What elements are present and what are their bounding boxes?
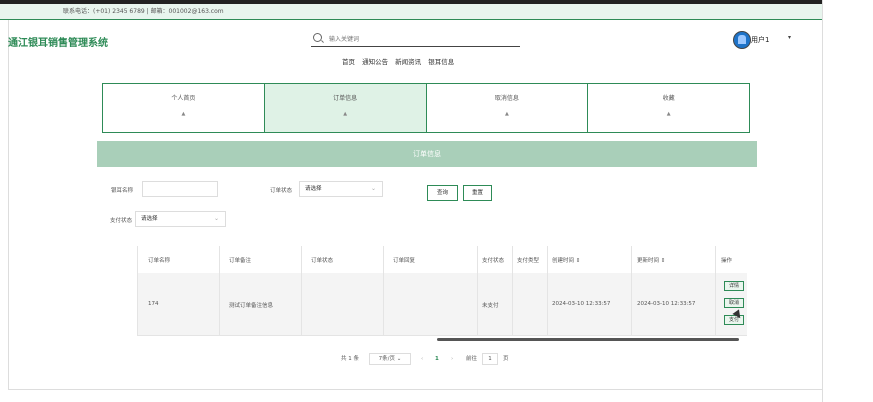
- next-page-button[interactable]: ›: [451, 353, 453, 365]
- page-size-value: 7条/页: [378, 356, 395, 362]
- page-size-select[interactable]: 7条/页 ⌄: [369, 353, 411, 365]
- column-divider: [631, 246, 632, 335]
- column-divider: [547, 246, 548, 335]
- current-page[interactable]: 1: [435, 353, 439, 365]
- pay-filter-value: 请选择: [141, 216, 158, 222]
- goto-page-input[interactable]: 1: [482, 353, 498, 365]
- chevron-down-icon: ⌄: [213, 215, 219, 222]
- column-header: 操作: [721, 258, 733, 264]
- user-name[interactable]: 用户1: [751, 35, 769, 45]
- column-divider: [477, 246, 478, 335]
- card-label: 订单信息: [333, 95, 358, 102]
- quick-nav-cards: 个人首页 ▲ 订单信息 ▲ 取消信息 ▲ 收藏 ▲: [102, 83, 750, 133]
- table-horizontal-scrollbar[interactable]: [437, 338, 739, 341]
- total-count: 共 1 条: [341, 356, 359, 362]
- goto-label: 前往: [466, 356, 478, 362]
- card-label: 收藏: [662, 95, 675, 102]
- frame-border-left: [8, 20, 9, 390]
- status-filter-select[interactable]: 请选择 ⌄: [299, 181, 383, 197]
- reset-button[interactable]: 重置: [463, 185, 492, 201]
- column-divider: [219, 246, 220, 335]
- column-header: 支付类型: [517, 258, 540, 264]
- column-divider: [137, 246, 138, 335]
- section-title: 订单信息: [97, 141, 757, 167]
- column-header: 订单回复: [393, 258, 416, 264]
- search-icon[interactable]: [313, 33, 322, 42]
- column-header: 支付状态: [482, 258, 505, 264]
- order-name: 174: [148, 301, 159, 307]
- table-header: 订单名称 订单备注 订单状态 订单回复 支付状态 支付类型 创建时间 ⇕ 更新时…: [137, 246, 747, 274]
- name-filter-label: 银耳名称: [111, 188, 134, 194]
- chevron-down-icon[interactable]: ▾: [788, 34, 791, 41]
- card-personal-home[interactable]: 个人首页 ▲: [103, 84, 265, 132]
- name-filter-input[interactable]: [142, 181, 218, 197]
- contact-text: 联系电话：(+01) 2345 6789 | 邮箱：001002@163.com: [63, 8, 224, 15]
- column-divider: [383, 246, 384, 335]
- card-label: 取消信息: [494, 95, 519, 102]
- updated-time: 2024-03-10 12:33:57: [637, 301, 696, 307]
- pay-filter-select[interactable]: 请选择 ⌄: [135, 211, 226, 227]
- detail-button[interactable]: 详情: [724, 281, 744, 291]
- avatar[interactable]: [733, 31, 751, 49]
- query-button[interactable]: 查询: [427, 185, 458, 201]
- order-remark: 测试订单备注信息: [229, 303, 274, 309]
- table-row: 174 测试订单备注信息 未支付 2024-03-10 12:33:57 202…: [137, 273, 747, 336]
- app-title[interactable]: 通江银耳销售管理系统: [8, 34, 108, 49]
- contact-bar: 联系电话：(+01) 2345 6789 | 邮箱：001002@163.com: [0, 4, 822, 20]
- column-header: 订单备注: [229, 258, 252, 264]
- frame-divider: [822, 0, 823, 402]
- card-label: 个人首页: [171, 95, 196, 102]
- created-time: 2024-03-10 12:33:57: [552, 301, 611, 307]
- column-divider: [512, 246, 513, 335]
- nav-item-notices[interactable]: 通知公告: [362, 58, 388, 66]
- status-filter-label: 订单状态: [270, 188, 293, 194]
- created-time-header[interactable]: 创建时间 ⇕: [552, 256, 580, 264]
- favorite-icon: ▲: [666, 111, 671, 117]
- frame-border-bottom: [8, 389, 822, 390]
- nav-item-home[interactable]: 首页: [342, 58, 355, 66]
- home-icon: ▲: [181, 111, 186, 117]
- top-nav: 首页 通知公告 新闻资讯 银耳信息: [342, 56, 459, 66]
- nav-item-products[interactable]: 银耳信息: [428, 58, 454, 66]
- order-icon: ▲: [343, 111, 348, 117]
- card-cancellations[interactable]: 取消信息 ▲: [427, 84, 589, 132]
- page-unit: 页: [503, 356, 509, 362]
- card-orders[interactable]: 订单信息 ▲: [264, 84, 427, 132]
- search-input[interactable]: [327, 32, 511, 46]
- card-favorites[interactable]: 收藏 ▲: [588, 84, 749, 132]
- column-divider: [301, 246, 302, 335]
- orders-table: 订单名称 订单备注 订单状态 订单回复 支付状态 支付类型 创建时间 ⇕ 更新时…: [107, 246, 747, 340]
- column-header: 订单状态: [311, 258, 334, 264]
- column-header: 订单名称: [148, 258, 171, 264]
- nav-item-news[interactable]: 新闻资讯: [395, 58, 421, 66]
- chevron-down-icon: ⌄: [370, 185, 376, 192]
- cancel-order-button[interactable]: 取消: [724, 298, 744, 308]
- prev-page-button[interactable]: ‹: [421, 353, 423, 365]
- pay-filter-label: 支付状态: [110, 218, 133, 224]
- search-bar[interactable]: [311, 32, 520, 47]
- status-filter-value: 请选择: [305, 186, 322, 192]
- pay-status: 未支付: [482, 303, 499, 309]
- updated-time-header[interactable]: 更新时间 ⇕: [637, 256, 665, 264]
- column-divider: [715, 246, 716, 335]
- cancel-icon: ▲: [504, 111, 509, 117]
